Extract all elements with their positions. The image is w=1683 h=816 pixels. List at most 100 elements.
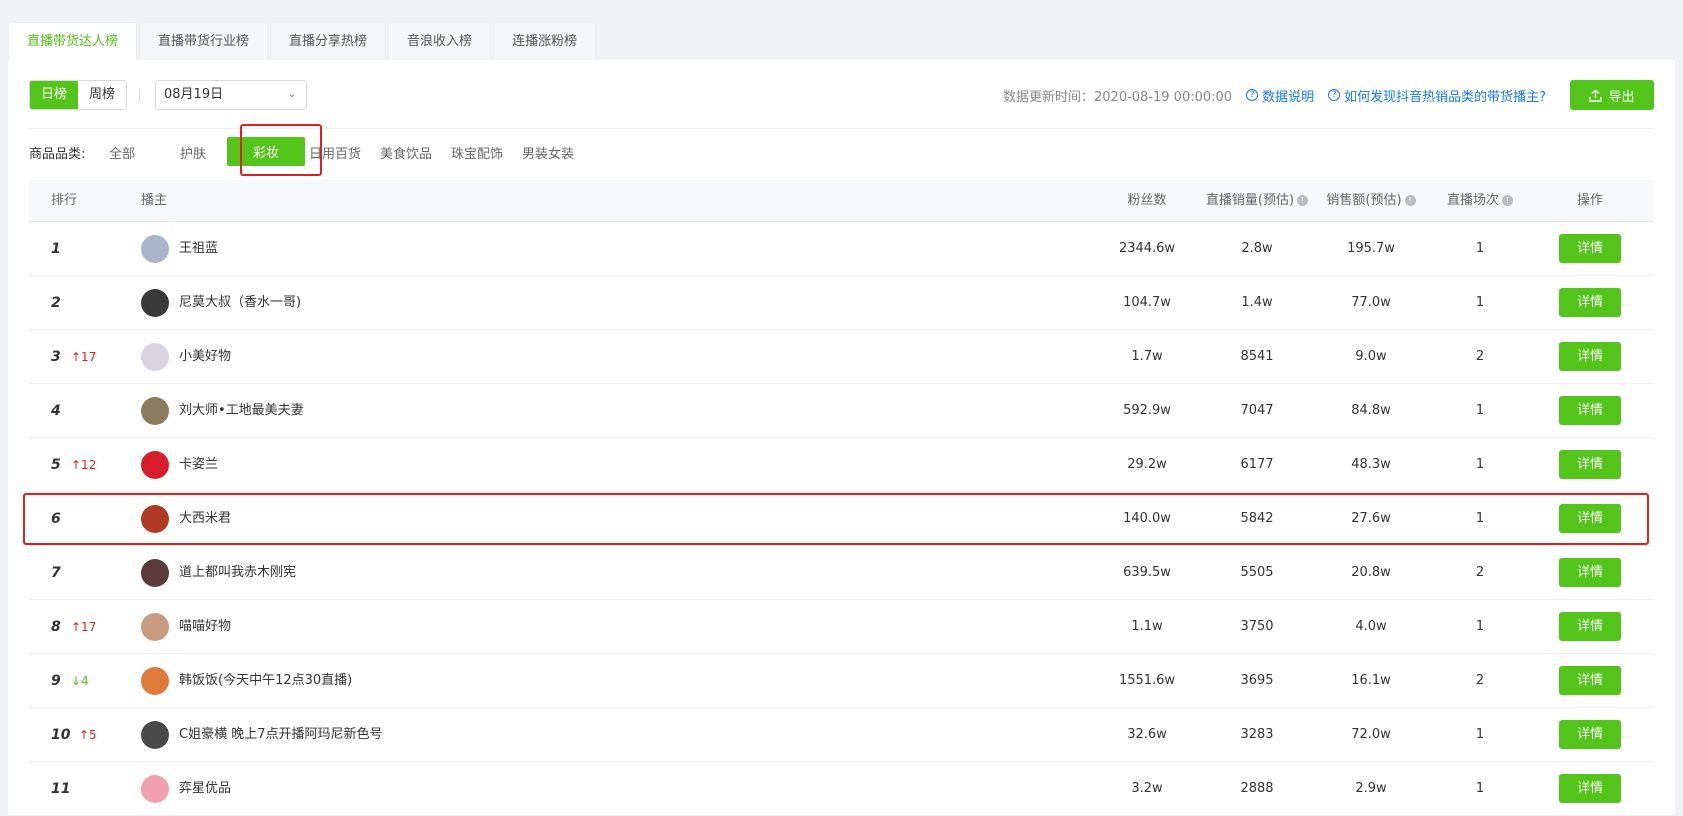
avatar[interactable]: [141, 451, 169, 479]
live-sessions: 1: [1475, 403, 1485, 418]
live-sessions: 1: [1475, 781, 1485, 796]
rank-number: 8: [51, 619, 61, 635]
table-row: 8 ↑17 喵喵好物 1.1w 3750 4.0w 1 详情: [29, 600, 1653, 654]
fans-count: 2344.6w: [1118, 241, 1176, 256]
sales-amount: 16.1w: [1351, 673, 1391, 688]
detail-button[interactable]: 详情: [1559, 612, 1621, 641]
detail-button[interactable]: 详情: [1559, 234, 1621, 263]
live-sessions: 2: [1475, 673, 1485, 688]
detail-button[interactable]: 详情: [1559, 504, 1621, 533]
sales-volume: 7047: [1240, 403, 1274, 418]
anchor-name[interactable]: 卡姿兰: [179, 438, 218, 492]
detail-button[interactable]: 详情: [1559, 666, 1621, 695]
sales-volume: 1.4w: [1241, 295, 1273, 310]
tab-fan-growth[interactable]: 连播涨粉榜: [493, 22, 597, 60]
table-row: 9 ↓4 韩饭饭(今天中午12点30直播) 1551.6w 3695 16.1w 2 详情: [29, 654, 1653, 708]
fans-count: 639.5w: [1123, 565, 1171, 580]
category-clothing[interactable]: 男装女装: [522, 143, 574, 162]
category-makeup[interactable]: 彩妆: [227, 137, 306, 166]
sales-amount: 2.9w: [1355, 781, 1387, 796]
week-rank-button[interactable]: 周榜: [78, 81, 126, 109]
detail-button[interactable]: 详情: [1559, 450, 1621, 479]
avatar[interactable]: [141, 505, 169, 533]
table-row: 11 弈星优品 3.2w 2888 2.9w 1 详情: [29, 762, 1653, 816]
anchor-name[interactable]: 尼莫大叔（香水一哥): [179, 276, 301, 330]
export-label: 导出: [1608, 89, 1635, 105]
data-description-link[interactable]: ? 数据说明: [1246, 86, 1314, 105]
avatar[interactable]: [141, 721, 169, 749]
export-button[interactable]: 导出: [1570, 80, 1654, 110]
avatar[interactable]: [141, 343, 169, 371]
header-anchor: 播主: [141, 193, 168, 208]
rank-change: ↑5: [79, 728, 97, 742]
table-row: 10 ↑5 C姐豪横 晚上7点开播阿玛尼新色号 32.6w 3283 72.0w 1 详情: [29, 708, 1653, 762]
header-sessions: 直播场次!: [1425, 180, 1535, 222]
category-filter: 商品品类: 全部 护肤 彩妆 日用百货 美食饮品 珠宝配饰 男装女装: [29, 128, 1654, 172]
sales-volume: 3695: [1240, 673, 1274, 688]
day-rank-button[interactable]: 日榜: [30, 81, 78, 109]
avatar[interactable]: [141, 775, 169, 803]
table-row: 1 王祖蓝 2344.6w 2.8w 195.7w 1 详情: [29, 222, 1653, 276]
sales-amount: 20.8w: [1351, 565, 1391, 580]
tab-live-sales-anchors[interactable]: 直播带货达人榜: [8, 22, 138, 60]
detail-button[interactable]: 详情: [1559, 288, 1621, 317]
live-sessions: 1: [1475, 295, 1485, 310]
info-icon[interactable]: !: [1502, 195, 1513, 206]
avatar[interactable]: [141, 559, 169, 587]
date-value: 08月19日: [164, 87, 224, 102]
tab-live-share-hot[interactable]: 直播分享热榜: [270, 22, 387, 60]
anchor-name[interactable]: 韩饭饭(今天中午12点30直播): [179, 654, 352, 708]
detail-button[interactable]: 详情: [1559, 342, 1621, 371]
avatar[interactable]: [141, 289, 169, 317]
category-skincare[interactable]: 护肤: [180, 143, 206, 162]
sales-volume: 3283: [1240, 727, 1274, 742]
table-header: 排行 播主 粉丝数 直播销量(预估)! 销售额(预估)! 直播场次! 操作: [29, 180, 1653, 222]
table-row: 6 大西米君 140.0w 5842 27.6w 1 详情: [29, 492, 1653, 546]
anchor-name[interactable]: 喵喵好物: [179, 600, 231, 654]
anchor-name[interactable]: C姐豪横 晚上7点开播阿玛尼新色号: [179, 708, 382, 762]
live-sessions: 2: [1475, 565, 1485, 580]
category-all[interactable]: 全部: [109, 143, 135, 162]
sales-volume: 5842: [1240, 511, 1274, 526]
live-sessions: 1: [1475, 619, 1485, 634]
fans-count: 1551.6w: [1118, 673, 1176, 688]
tab-live-sales-industry[interactable]: 直播带货行业榜: [139, 22, 269, 60]
toolbar: 日榜 周榜 08月19日 ⌄ 数据更新时间：2020-08-19 00:00:0…: [29, 80, 1654, 110]
divider: [139, 88, 140, 102]
anchor-name[interactable]: 小美好物: [179, 330, 231, 384]
avatar[interactable]: [141, 613, 169, 641]
info-icon[interactable]: !: [1297, 195, 1309, 206]
category-daily-goods[interactable]: 日用百货: [309, 143, 361, 162]
anchor-name[interactable]: 王祖蓝: [179, 222, 218, 276]
question-icon: ?: [1246, 89, 1259, 101]
sales-amount: 4.0w: [1355, 619, 1387, 634]
tab-sound-wave-income[interactable]: 音浪收入榜: [388, 22, 492, 60]
fans-count: 29.2w: [1127, 457, 1167, 472]
anchor-name[interactable]: 弈星优品: [179, 762, 231, 816]
header-amount-label: 销售额(预估): [1326, 193, 1402, 208]
anchor-name[interactable]: 大西米君: [179, 492, 231, 546]
update-time: 数据更新时间：2020-08-19 00:00:00: [1003, 89, 1233, 105]
date-select[interactable]: 08月19日 ⌄: [155, 80, 307, 110]
howto-link[interactable]: ? 如何发现抖音热销品类的带货播主?: [1328, 86, 1546, 105]
table-row: 4 刘大师•工地最美夫妻 592.9w 7047 84.8w 1 详情: [29, 384, 1653, 438]
header-fans: 粉丝数: [1127, 193, 1167, 208]
sales-amount: 77.0w: [1351, 295, 1391, 310]
avatar[interactable]: [141, 235, 169, 263]
anchor-name[interactable]: 道上都叫我赤木刚宪: [179, 546, 296, 600]
fans-count: 1.1w: [1131, 619, 1163, 634]
detail-button[interactable]: 详情: [1559, 396, 1621, 425]
rank-number: 5: [51, 457, 61, 473]
category-jewelry[interactable]: 珠宝配饰: [451, 143, 503, 162]
detail-button[interactable]: 详情: [1559, 720, 1621, 749]
avatar[interactable]: [141, 397, 169, 425]
rank-number: 6: [51, 511, 61, 527]
avatar[interactable]: [141, 667, 169, 695]
detail-button[interactable]: 详情: [1559, 774, 1621, 803]
category-food-drink[interactable]: 美食饮品: [380, 143, 432, 162]
detail-button[interactable]: 详情: [1559, 558, 1621, 587]
info-icon[interactable]: !: [1404, 195, 1416, 206]
header-action: 操作: [1576, 193, 1603, 208]
rank-number: 11: [51, 781, 71, 797]
anchor-name[interactable]: 刘大师•工地最美夫妻: [179, 384, 304, 438]
